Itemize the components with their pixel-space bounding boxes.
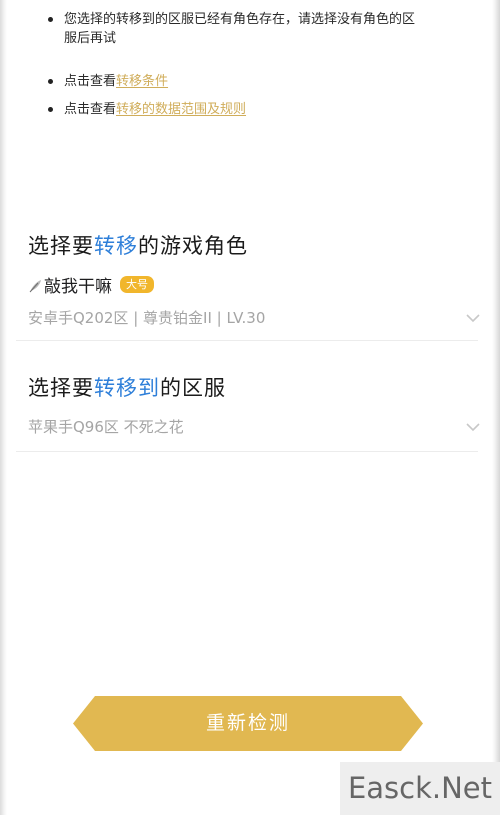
notice-item: 点击查看转移条件: [48, 72, 424, 91]
role-name-row: 敲我干嘛 大号: [28, 272, 480, 297]
chevron-down-icon: [466, 418, 480, 432]
role-info: 安卓手Q202区 | 尊贵铂金II | LV.30: [28, 309, 266, 327]
chevron-down-icon: [466, 309, 480, 323]
role-name: 敲我干嘛: [44, 277, 112, 297]
notice-item: 点击查看转移的数据范围及规则: [48, 100, 424, 119]
role-select[interactable]: 安卓手Q202区 | 尊贵铂金II | LV.30: [28, 307, 480, 328]
notice-text: 您选择的转移到的区服已经有角色存在，请选择没有角色的区服后再试: [64, 12, 416, 46]
server-section: 选择要转移到的区服 苹果手Q96区 不死之花: [28, 372, 480, 437]
recheck-button[interactable]: 重新检测: [73, 696, 423, 751]
divider: [16, 340, 478, 341]
bullet-dot: [48, 79, 53, 84]
notice-list: 您选择的转移到的区服已经有角色存在，请选择没有角色的区服后再试 点击查看转移条件…: [48, 10, 424, 119]
notice-prefix: 点击查看: [64, 102, 117, 117]
divider: [16, 451, 478, 452]
left-edge: [0, 0, 7, 815]
bullet-dot: [48, 107, 53, 112]
notice-prefix: 点击查看: [64, 74, 117, 89]
title-text: 选择要: [28, 234, 94, 258]
title-text: 的游戏角色: [138, 234, 248, 258]
title-highlight: 转移: [94, 234, 138, 258]
server-section-title: 选择要转移到的区服: [28, 372, 480, 402]
transfer-rules-link[interactable]: 转移的数据范围及规则: [116, 102, 246, 117]
server-select[interactable]: 苹果手Q96区 不死之花: [28, 416, 480, 437]
main-account-badge: 大号: [120, 276, 154, 293]
notice-item: 您选择的转移到的区服已经有角色存在，请选择没有角色的区服后再试: [48, 10, 424, 48]
role-section: 选择要转移的游戏角色 敲我干嘛 大号 安卓手Q202区 | 尊贵铂金II | L…: [28, 230, 480, 328]
title-text: 的区服: [160, 376, 226, 400]
right-edge: [492, 0, 500, 815]
bullet-dot: [48, 17, 53, 22]
transfer-conditions-link[interactable]: 转移条件: [116, 74, 168, 89]
watermark: Easck.Net: [340, 762, 500, 815]
feather-icon: [28, 278, 42, 292]
title-text: 选择要: [28, 376, 94, 400]
recheck-button-label: 重新检测: [205, 712, 290, 734]
role-section-title: 选择要转移的游戏角色: [28, 230, 480, 260]
selected-server: 苹果手Q96区 不死之花: [28, 418, 184, 436]
title-highlight: 转移到: [94, 376, 160, 400]
